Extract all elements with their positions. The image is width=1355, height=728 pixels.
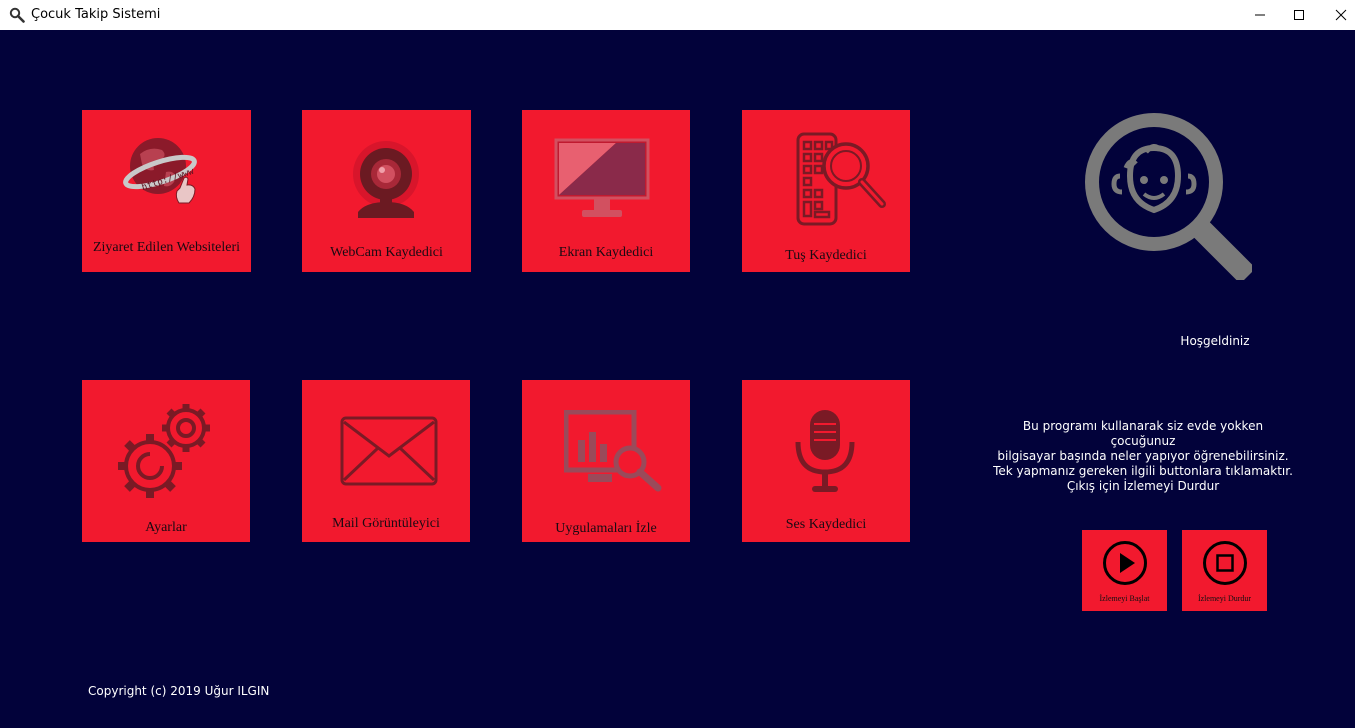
tile-label: Mail Görüntüleyici [332, 516, 440, 531]
tile-app-monitor[interactable]: Uygulamaları İzle [522, 380, 690, 542]
stop-monitoring-label: İzlemeyi Durdur [1197, 594, 1252, 603]
tile-label: Ekran Kaydedici [558, 245, 654, 260]
globe-www-icon: http://www [123, 138, 197, 204]
tile-label: Ayarlar [145, 520, 187, 535]
description-line: Çıkış için İzlemeyi Durdur [1066, 479, 1220, 493]
maximize-button[interactable] [1276, 0, 1322, 30]
close-button[interactable] [1318, 0, 1355, 30]
start-monitoring-label: İzlemeyi Başlat [1099, 594, 1150, 603]
tile-label: Tuş Kaydedici [785, 248, 867, 263]
start-monitoring-button[interactable]: İzlemeyi Başlat [1082, 530, 1167, 611]
app-monitor-icon [564, 410, 662, 492]
tile-label: WebCam Kaydedici [330, 245, 443, 260]
magnifier-icon [9, 7, 25, 23]
close-icon [1335, 9, 1347, 21]
tile-label: Ziyaret Edilen Websiteleri [92, 240, 241, 255]
envelope-icon [340, 416, 438, 486]
description-line: Tek yapmanız gereken ilgili buttonlara t… [993, 464, 1293, 478]
tile-key-recorder[interactable]: Tuş Kaydedici [742, 110, 910, 272]
stop-icon [1203, 541, 1247, 585]
child-magnifier-icon [1085, 113, 1252, 280]
description-text: Bu programı kullanarak siz evde yokken ç… [990, 419, 1296, 494]
keyboard-search-icon [796, 132, 886, 226]
tile-mail-viewer[interactable]: Mail Görüntüleyici [302, 380, 470, 542]
tile-webcam-recorder[interactable]: WebCam Kaydedici [302, 110, 471, 272]
tile-visited-websites[interactable]: http://www Ziyaret Edilen Websiteleri [82, 110, 251, 272]
tile-screen-recorder[interactable]: Ekran Kaydedici [522, 110, 690, 272]
microphone-icon [795, 410, 855, 492]
tile-label: Uygulamaları İzle [555, 521, 657, 536]
description-line: bilgisayar başında neler yapıyor öğreneb… [997, 449, 1289, 463]
webcam-icon [353, 141, 419, 218]
title-bar: Çocuk Takip Sistemi [0, 0, 1355, 30]
gears-icon [118, 404, 210, 498]
welcome-text: Hoşgeldiniz [1180, 334, 1250, 348]
tile-sound-recorder[interactable]: Ses Kaydedici [742, 380, 910, 542]
monitor-icon [554, 138, 650, 217]
maximize-icon [1294, 10, 1304, 20]
tile-settings[interactable]: Ayarlar [82, 380, 250, 542]
window-title: Çocuk Takip Sistemi [31, 7, 161, 22]
description-line: Bu programı kullanarak siz evde yokken ç… [1022, 419, 1264, 448]
tile-label: Ses Kaydedici [785, 517, 867, 532]
minimize-icon [1255, 14, 1265, 16]
copyright-text: Copyright (c) 2019 Uğur ILGIN [88, 684, 270, 698]
stop-monitoring-button[interactable]: İzlemeyi Durdur [1182, 530, 1267, 611]
play-icon [1103, 541, 1147, 585]
